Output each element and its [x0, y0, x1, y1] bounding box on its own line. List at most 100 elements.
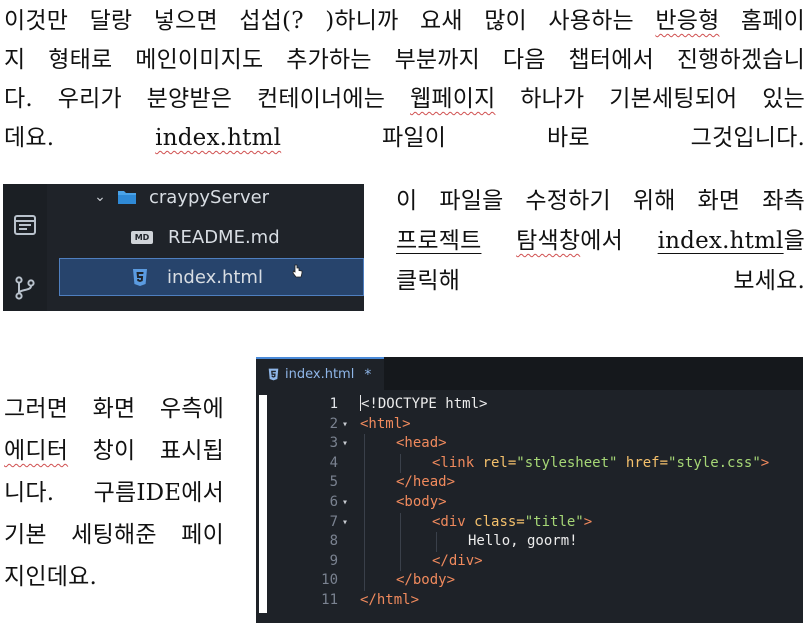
folder-row[interactable]: ⌄ craypyServer	[47, 184, 364, 216]
code-token: href=	[625, 454, 669, 471]
text-run: 에서	[580, 228, 658, 254]
text-run: 다. 우리가 분양받은 컨테이너에는	[4, 86, 410, 112]
code-text: <div class="title">	[432, 513, 592, 533]
indent-guide	[364, 473, 365, 493]
text-line: 클릭해 보세요.	[396, 261, 805, 301]
code-text: </head>	[396, 473, 455, 493]
marked-word: 웹페이지	[410, 86, 496, 112]
code-line: 7 ▾ <div class="title">	[256, 512, 803, 533]
fold-toggle-icon[interactable]: ▾	[342, 434, 352, 454]
text-run: 이 파일을 수정하기 위해 화면 좌측	[396, 188, 805, 214]
indent-guide	[400, 512, 401, 533]
code-text: <!DOCTYPE html>	[360, 395, 487, 415]
code-token: <link	[432, 454, 483, 471]
code-token: >	[583, 513, 593, 530]
code-line: 4 <link rel="stylesheet" href="style.css"…	[256, 453, 803, 474]
code-line: 3 ▾ <head>	[256, 434, 803, 454]
fold-toggle-icon[interactable]: ▾	[342, 513, 352, 533]
line-number: 4	[329, 454, 338, 471]
code-text: </html>	[360, 591, 419, 611]
text-run: 니다. 구름IDE에서	[4, 480, 224, 506]
text-line: 데요. index.html 파일이 바로 그것입니다.	[4, 119, 805, 158]
fold-toggle-icon[interactable]: ▾	[342, 415, 352, 435]
indent-guide	[364, 493, 365, 513]
text-line: 프로젝트 탐색창에서 index.html을	[396, 221, 805, 261]
tab-label: index.html	[285, 367, 355, 382]
instruction-paragraph: 이 파일을 수정하기 위해 화면 좌측프로젝트 탐색창에서 index.html…	[396, 181, 805, 301]
activity-bar	[3, 184, 47, 311]
line-number: 11	[321, 592, 338, 608]
code-text: <link rel="stylesheet" href="style.css">	[432, 454, 769, 474]
code-line: 11 </html>	[256, 591, 803, 611]
text-run: 을	[783, 228, 805, 254]
file-row-index-html[interactable]: index.html	[59, 258, 364, 296]
project-explorer-panel: ⌄ craypyServer MD README.md index.html	[3, 184, 364, 311]
code-token: rel=	[482, 454, 517, 471]
code-line: 2 ▾ <html>	[256, 415, 803, 435]
indent-guide	[364, 453, 365, 474]
text-line: 지 형태로 메인이미지도 추가하는 부분까지 다음 챕터에서 진행하겠습니	[4, 41, 805, 80]
text-line: 이 파일을 수정하기 위해 화면 좌측	[396, 181, 805, 221]
html5-file-icon	[268, 368, 279, 381]
text-line: 기본 세팅해준 페이	[4, 514, 224, 556]
line-number: 9	[329, 552, 338, 569]
code-token: </div>	[432, 552, 483, 569]
code-text: <html>	[360, 415, 411, 435]
code-line: 8 Hello, goorm!	[256, 532, 803, 552]
marked-word: 프로젝트	[396, 228, 482, 254]
marked-word: index.html	[155, 125, 282, 151]
line-number: 10	[321, 572, 338, 589]
line-number: 5	[329, 474, 338, 491]
line-number: 7	[329, 513, 338, 530]
line-number: 2	[329, 415, 338, 432]
code-token: "stylesheet"	[516, 454, 618, 471]
code-editor-panel: index.html * 1 <!DOCTYPE html> 2 ▾ <html> 3 ▾ <…	[256, 357, 803, 623]
fold-toggle-icon[interactable]: ▾	[342, 493, 352, 513]
file-name: README.md	[168, 226, 280, 248]
text-run: 클릭해 보세요.	[396, 268, 805, 294]
text-line: 니다. 구름IDE에서	[4, 472, 224, 514]
code-token: <body>	[396, 494, 447, 510]
source-control-icon[interactable]	[12, 275, 38, 301]
text-run: 지 형태로 메인이미지도 추가하는 부분까지 다음 챕터에서 진행하겠습니	[4, 47, 805, 73]
indent-guide	[400, 551, 401, 572]
code-line: 9 </div>	[256, 551, 803, 572]
marked-word: 탐색창	[516, 228, 581, 254]
line-number: 8	[329, 533, 338, 550]
text-line: 에디터 창이 표시됩	[4, 430, 224, 472]
text-run: 하나가 기본세팅되어 있는	[495, 86, 805, 112]
chevron-down-icon: ⌄	[94, 189, 106, 205]
indent-guide	[436, 532, 437, 552]
marked-word: 반응형	[655, 8, 720, 34]
folder-name: craypyServer	[149, 186, 270, 208]
code-token: Hello, goorm!	[468, 533, 578, 550]
code-text: <head>	[396, 434, 447, 454]
indent-guide	[364, 551, 365, 572]
indent-guide	[400, 532, 401, 552]
code-line: 6 ▾ <body>	[256, 493, 803, 513]
code-token: <div	[432, 513, 475, 530]
explorer-icon[interactable]	[12, 212, 38, 238]
text-run: 기본 세팅해준 페이	[4, 522, 224, 548]
code-token: <html>	[360, 415, 411, 432]
unsaved-marker: *	[364, 366, 372, 383]
code-token: <head>	[396, 435, 447, 452]
file-name: index.html	[167, 266, 263, 288]
file-row-readme[interactable]: MD README.md	[47, 218, 364, 256]
indent-guide	[400, 453, 401, 474]
text-run: 지인데요.	[4, 564, 97, 590]
mouse-pointer-icon	[292, 264, 303, 278]
text-line: 지인데요.	[4, 556, 224, 598]
intro-paragraph: 이것만 달랑 넣으면 섭섭(? )하니까 요새 많이 사용하는 반응형 홈페이 지…	[4, 2, 805, 158]
text-run: 이것만 달랑 넣으면 섭섭(? )하니까 요새 많이 사용하는	[4, 8, 656, 34]
indent-guide	[364, 512, 365, 533]
markdown-file-icon: MD	[131, 230, 153, 244]
text-line: 그러면 화면 우측에	[4, 388, 224, 430]
html5-file-icon	[133, 268, 147, 286]
text-run: 창이 표시됩	[68, 438, 224, 464]
marked-word: 에디터	[4, 438, 69, 464]
code-line: 1 <!DOCTYPE html>	[256, 395, 803, 415]
editor-tab-bar: index.html *	[256, 357, 803, 390]
tab-index-html[interactable]: index.html *	[256, 357, 384, 390]
